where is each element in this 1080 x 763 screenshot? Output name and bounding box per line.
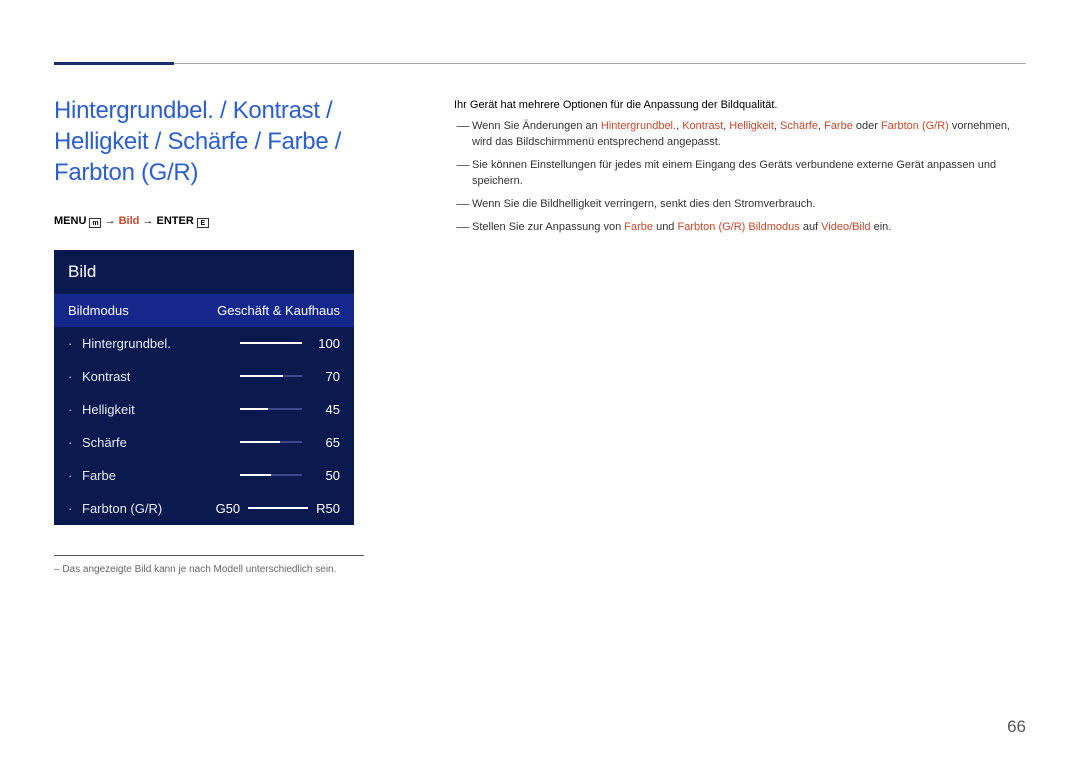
panel-row-farbton: · Farbton (G/R) G50 R50: [54, 492, 354, 525]
page-heading: Hintergrundbel. / Kontrast / Helligkeit …: [54, 95, 364, 189]
note-text: Sie können Einstellungen für jedes mit e…: [472, 158, 1026, 190]
slider-fill: [240, 474, 271, 476]
farbton-bar: [248, 507, 308, 509]
row-label: Kontrast: [82, 369, 240, 384]
row-value: 50: [312, 468, 340, 483]
bullet-icon: ·: [68, 402, 82, 417]
panel-row: · Schärfe 65: [54, 426, 354, 459]
slider-fill: [240, 408, 268, 410]
menu-path: MENU m → Bild → ENTER E: [54, 215, 364, 228]
bullet-icon: ·: [68, 501, 82, 516]
bullet-icon: ·: [68, 468, 82, 483]
slider-fill: [240, 342, 302, 344]
row-label: Farbton (G/R): [82, 501, 216, 516]
panel-row: · Hintergrundbel. 100: [54, 327, 354, 360]
note: ― Wenn Sie Änderungen an Hintergrundbel.…: [454, 119, 1026, 151]
dash-icon: ―: [454, 197, 472, 213]
slider: [240, 375, 302, 377]
dash-icon: ―: [454, 158, 472, 190]
slider: [240, 408, 302, 410]
row-value: 100: [312, 336, 340, 351]
row-label: Farbe: [82, 468, 240, 483]
row-value: 45: [312, 402, 340, 417]
enter-label: ENTER: [156, 215, 193, 227]
row-value: 70: [312, 369, 340, 384]
bullet-icon: ·: [68, 435, 82, 450]
note: ― Sie können Einstellungen für jedes mit…: [454, 158, 1026, 190]
row-label: Helligkeit: [82, 402, 240, 417]
slider: [240, 441, 302, 443]
note-text: Wenn Sie die Bildhelligkeit verringern, …: [472, 197, 1026, 213]
page-top-rule: [54, 63, 1026, 64]
footnote-divider: [54, 555, 364, 556]
row-label: Hintergrundbel.: [82, 336, 240, 351]
slider: [240, 474, 302, 476]
left-column: Hintergrundbel. / Kontrast / Helligkeit …: [54, 95, 364, 575]
panel-row: · Helligkeit 45: [54, 393, 354, 426]
menu-icon: m: [89, 218, 101, 228]
bild-label: Bild: [119, 215, 140, 227]
panel-row: · Farbe 50: [54, 459, 354, 492]
right-column: Ihr Gerät hat mehrere Optionen für die A…: [454, 99, 1026, 243]
row-label: Schärfe: [82, 435, 240, 450]
slider: [240, 342, 302, 344]
enter-icon: E: [197, 218, 209, 228]
intro-text: Ihr Gerät hat mehrere Optionen für die A…: [454, 99, 1026, 111]
note: ― Wenn Sie die Bildhelligkeit verringern…: [454, 197, 1026, 213]
panel-row-mode: Bildmodus Geschäft & Kaufhaus: [54, 294, 354, 327]
row-value: 65: [312, 435, 340, 450]
footnote: – Das angezeigte Bild kann je nach Model…: [54, 564, 364, 575]
bullet-icon: ·: [68, 369, 82, 384]
slider-fill: [240, 441, 280, 443]
menu-label: MENU: [54, 215, 86, 227]
bullet-icon: ·: [68, 336, 82, 351]
page-number: 66: [1007, 717, 1026, 737]
mode-value: Geschäft & Kaufhaus: [217, 303, 340, 318]
dash-icon: ―: [454, 220, 472, 236]
panel-title: Bild: [54, 250, 354, 294]
note-text: Wenn Sie Änderungen an Hintergrundbel., …: [472, 119, 1026, 151]
dash-icon: ―: [454, 119, 472, 151]
page-top-accent: [54, 62, 174, 65]
settings-panel: Bild Bildmodus Geschäft & Kaufhaus · Hin…: [54, 250, 354, 525]
farbton-r: R50: [316, 501, 340, 516]
mode-label: Bildmodus: [68, 303, 129, 318]
panel-row: · Kontrast 70: [54, 360, 354, 393]
slider-fill: [240, 375, 283, 377]
arrow-text: →: [105, 215, 119, 227]
note: ― Stellen Sie zur Anpassung von Farbe un…: [454, 220, 1026, 236]
farbton-g: G50: [216, 501, 241, 516]
note-text: Stellen Sie zur Anpassung von Farbe und …: [472, 220, 1026, 236]
arrow-text: →: [142, 215, 156, 227]
